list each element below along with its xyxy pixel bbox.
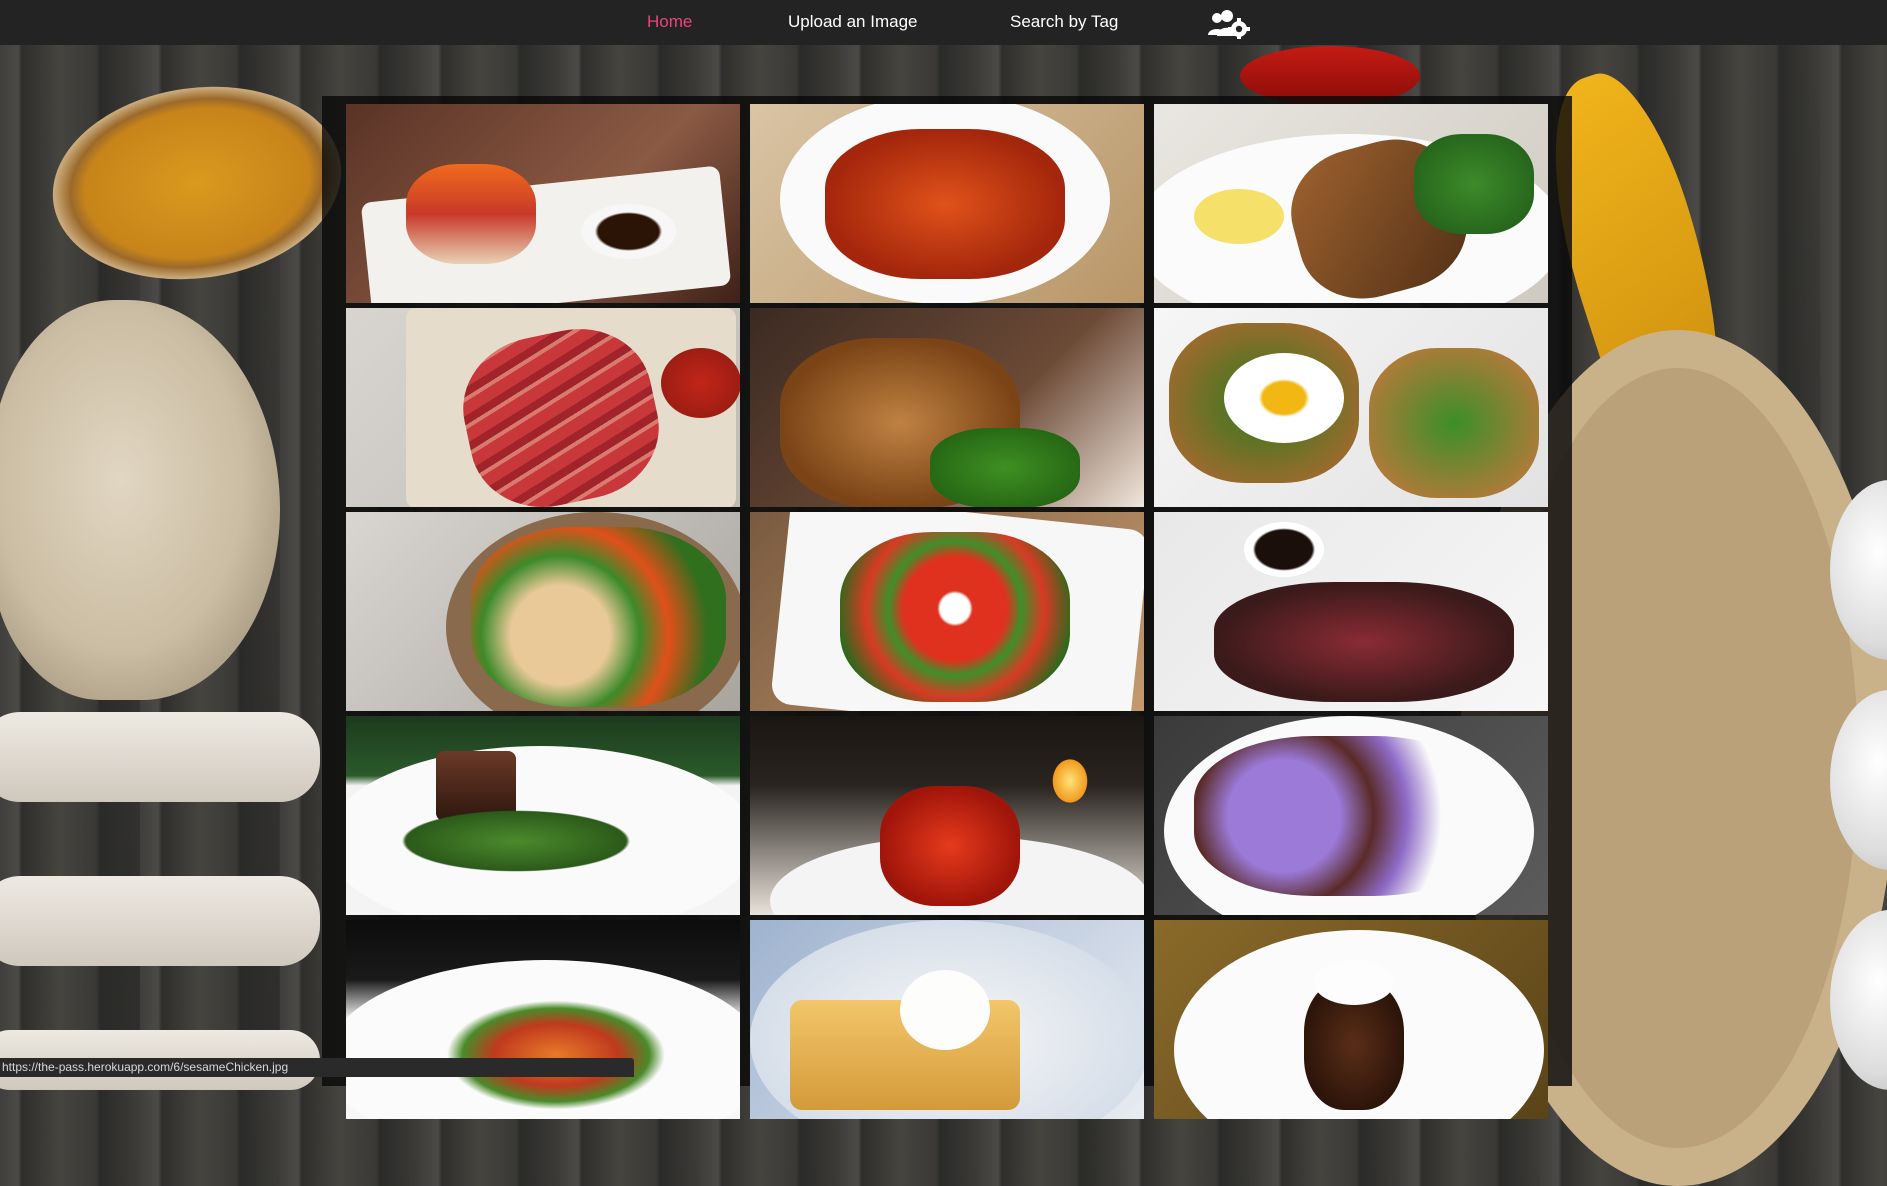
top-navigation-bar: Home Upload an Image Search by Tag <box>0 0 1887 45</box>
spice-scoop-decoration <box>0 876 320 966</box>
crusted-salmon-image[interactable] <box>1154 104 1548 303</box>
nav-search-by-tag-link[interactable]: Search by Tag <box>1010 12 1118 32</box>
egg-toast-salad-image[interactable] <box>1154 308 1548 507</box>
nav-home-link[interactable]: Home <box>647 12 692 32</box>
spice-scoop-decoration <box>0 712 320 802</box>
bacon-meatloaf-image[interactable] <box>346 308 740 507</box>
beef-fillet-plate-image[interactable] <box>346 716 740 915</box>
octopus-plate-image[interactable] <box>1154 716 1548 915</box>
nav-upload-link[interactable]: Upload an Image <box>788 12 917 32</box>
sushi-dish-image[interactable] <box>346 104 740 303</box>
ginger-decoration <box>0 300 280 700</box>
sweet-sour-chicken-image[interactable] <box>750 104 1144 303</box>
tomato-mozzarella-salad-image[interactable] <box>750 512 1144 711</box>
chocolate-dessert-image[interactable] <box>1154 920 1548 1119</box>
users-gear-icon[interactable] <box>1206 9 1250 40</box>
cheesecake-dessert-image[interactable] <box>750 920 1144 1119</box>
lobster-dinner-image[interactable] <box>750 716 1144 915</box>
seared-tuna-image[interactable] <box>1154 512 1548 711</box>
chicken-salad-bowl-image[interactable] <box>346 512 740 711</box>
browser-status-url: https://the-pass.herokuapp.com/6/sesameC… <box>0 1058 634 1077</box>
turmeric-spoon-decoration <box>40 68 354 298</box>
roast-chicken-broccoli-image[interactable] <box>750 308 1144 507</box>
plated-starter-image[interactable] <box>346 920 740 1119</box>
